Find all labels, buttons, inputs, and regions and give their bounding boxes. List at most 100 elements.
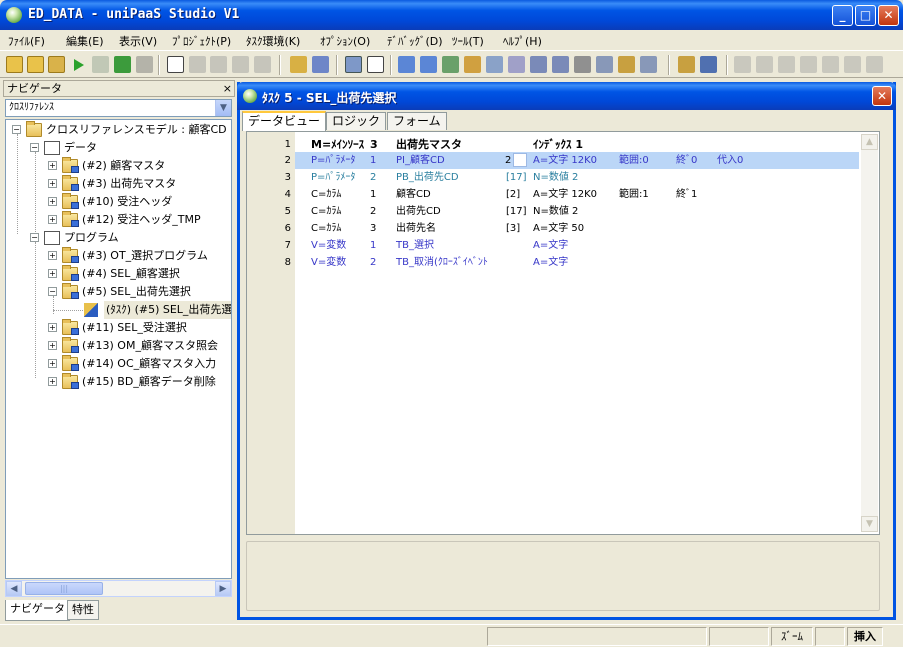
menu-view[interactable]: 表示(V) [119,33,157,49]
app-title-bar[interactable]: ED_DATA - uniPaaS Studio V1 _ □ ✕ [0,0,903,30]
table-row[interactable]: 7 V=変数 1 TB_選択 A=文字 [247,237,859,254]
grid-vscrollbar[interactable]: ▲ ▼ [861,134,878,532]
expand-icon[interactable]: + [48,377,57,386]
tab-data-view[interactable]: データビュー [242,111,327,131]
row-attr: A=文字 50 [533,223,585,234]
same-width-icon[interactable] [822,56,839,73]
build-icon[interactable] [92,56,109,73]
collapse-icon[interactable]: − [48,287,57,296]
scroll-right-icon[interactable]: ▶ [215,581,231,596]
find-icon[interactable] [345,56,362,73]
user-icon[interactable] [464,56,481,73]
align-left-icon[interactable] [734,56,751,73]
table-row[interactable]: 2 P=ﾊﾟﾗﾒｰﾀ 1 PI_顧客CD 2 A=文字 12K0 範囲:0 終ﾞ… [247,152,859,169]
collapse-icon[interactable]: − [30,143,39,152]
collapse-icon[interactable]: − [12,125,21,134]
check-icon[interactable] [114,56,131,73]
table-row[interactable]: 5 C=ｶﾗﾑ 2 出荷先CD [17] N=数値 2 [247,203,859,220]
row-range: 範囲:0 [619,155,649,166]
chevron-down-icon[interactable]: ▼ [215,100,231,116]
navigator-hscrollbar[interactable]: ◀ ||| ▶ [5,580,232,597]
table-icon[interactable] [486,56,503,73]
table-row[interactable]: 1 M=ﾒｲﾝｿｰｽ 3 出荷先マスタ ｲﾝﾃﾞｯｸｽ 1 [247,136,859,153]
menu-project[interactable]: ﾌﾟﾛｼﾞｪｸﾄ(P) [172,33,231,49]
table-row[interactable]: 4 C=ｶﾗﾑ 1 顧客CD [2] A=文字 12K0 範囲:1 終ﾞ1 [247,186,859,203]
same-size-icon[interactable] [866,56,883,73]
close-button[interactable]: ✕ [878,5,899,26]
list-icon[interactable] [367,56,384,73]
collapse-icon[interactable]: − [30,233,39,242]
scroll-thumb[interactable]: ||| [25,582,103,595]
menu-icon[interactable] [530,56,547,73]
tab-navigator[interactable]: ナビゲータ [5,600,70,621]
tree-node-task[interactable]: (ﾀｽｸ) (#5) SEL_出荷先選 [70,301,231,319]
row-attr: A=文字 12K0 [533,155,598,166]
scroll-down-icon[interactable]: ▼ [861,516,878,532]
row-number: 2 [247,152,295,169]
table-row[interactable]: 8 V=変数 2 TB_取消(ｸﾛｰｽﾞｲﾍﾞﾝﾄ A=文字 [247,254,859,271]
tab-logic[interactable]: ロジック [326,112,387,130]
align-bottom-icon[interactable] [800,56,817,73]
expand-icon[interactable]: + [48,215,57,224]
navigator-combo[interactable]: ｸﾛｽﾘﾌｧﾚﾝｽ ▼ [5,99,232,117]
window-icon[interactable] [398,56,415,73]
navigator-close-button[interactable]: × [223,81,232,96]
image-icon[interactable] [508,56,525,73]
task-title-bar[interactable]: ﾀｽｸ 5 - SEL_出荷先選択 ✕ [237,82,896,110]
pause-icon[interactable] [189,56,206,73]
row-index: 1 [370,155,377,166]
tab-properties[interactable]: 特性 [67,600,99,620]
menu-file[interactable]: ﾌｧｲﾙ(F) [8,33,45,49]
same-height-icon[interactable] [844,56,861,73]
expand-icon[interactable]: + [48,251,57,260]
form-icon[interactable] [420,56,437,73]
table-row[interactable]: 3 P=ﾊﾟﾗﾒｰﾀ 2 PB_出荷先CD [17] N=数値 2 [247,169,859,186]
model-icon[interactable] [442,56,459,73]
menu-help[interactable]: ﾍﾙﾌﾟ(H) [503,33,542,49]
tab-form[interactable]: フォーム [387,112,447,130]
align-top-icon[interactable] [778,56,795,73]
menu-debug[interactable]: ﾃﾞﾊﾞｯｸﾞ(D) [387,33,443,49]
minimize-button[interactable]: _ [832,5,853,26]
menu-task-env[interactable]: ﾀｽｸ環境(K) [246,33,300,49]
new-folder-icon[interactable] [6,56,23,73]
menu-edit[interactable]: 編集(E) [66,33,104,49]
maximize-button[interactable]: □ [855,5,876,26]
open-folder-icon[interactable] [27,56,44,73]
export-icon[interactable] [596,56,613,73]
run-icon[interactable] [74,59,84,71]
step-over-icon[interactable] [232,56,249,73]
menu-options[interactable]: ｵﾌﾟｼｮﾝ(O) [320,33,370,49]
expand-icon[interactable]: + [48,179,57,188]
print-icon[interactable] [574,56,591,73]
table-row[interactable]: 6 C=ｶﾗﾑ 3 出荷先名 [3] A=文字 50 [247,220,859,237]
cut-icon[interactable] [290,56,307,73]
stop-icon[interactable] [136,56,153,73]
expand-icon[interactable]: + [48,161,57,170]
properties-icon[interactable] [640,56,657,73]
cell-cursor[interactable] [513,153,527,167]
scroll-left-icon[interactable]: ◀ [6,581,22,596]
expand-icon[interactable]: + [48,359,57,368]
step-out-icon[interactable] [254,56,271,73]
scroll-up-icon[interactable]: ▲ [861,134,878,150]
expand-icon[interactable]: + [48,269,57,278]
tree-node-label: (#4) SEL_顧客選択 [82,267,180,280]
expand-icon[interactable]: + [48,197,57,206]
key-icon[interactable] [678,56,695,73]
step-into-icon[interactable] [210,56,227,73]
menu-tools[interactable]: ﾂｰﾙ(T) [452,33,484,49]
expand-icon[interactable]: + [48,323,57,332]
help-icon[interactable] [552,56,569,73]
open-project-icon[interactable] [48,56,65,73]
step-icon[interactable] [167,56,184,73]
tree-icon[interactable] [312,56,329,73]
row-type: C=ｶﾗﾑ [311,223,342,234]
edit-icon[interactable] [618,56,635,73]
expand-icon[interactable]: + [48,341,57,350]
align-right-icon[interactable] [756,56,773,73]
wizard-icon[interactable] [700,56,717,73]
task-close-button[interactable]: ✕ [872,86,892,106]
row-type: P=ﾊﾟﾗﾒｰﾀ [311,155,356,166]
tree-node-label: (#3) 出荷先マスタ [82,177,177,190]
